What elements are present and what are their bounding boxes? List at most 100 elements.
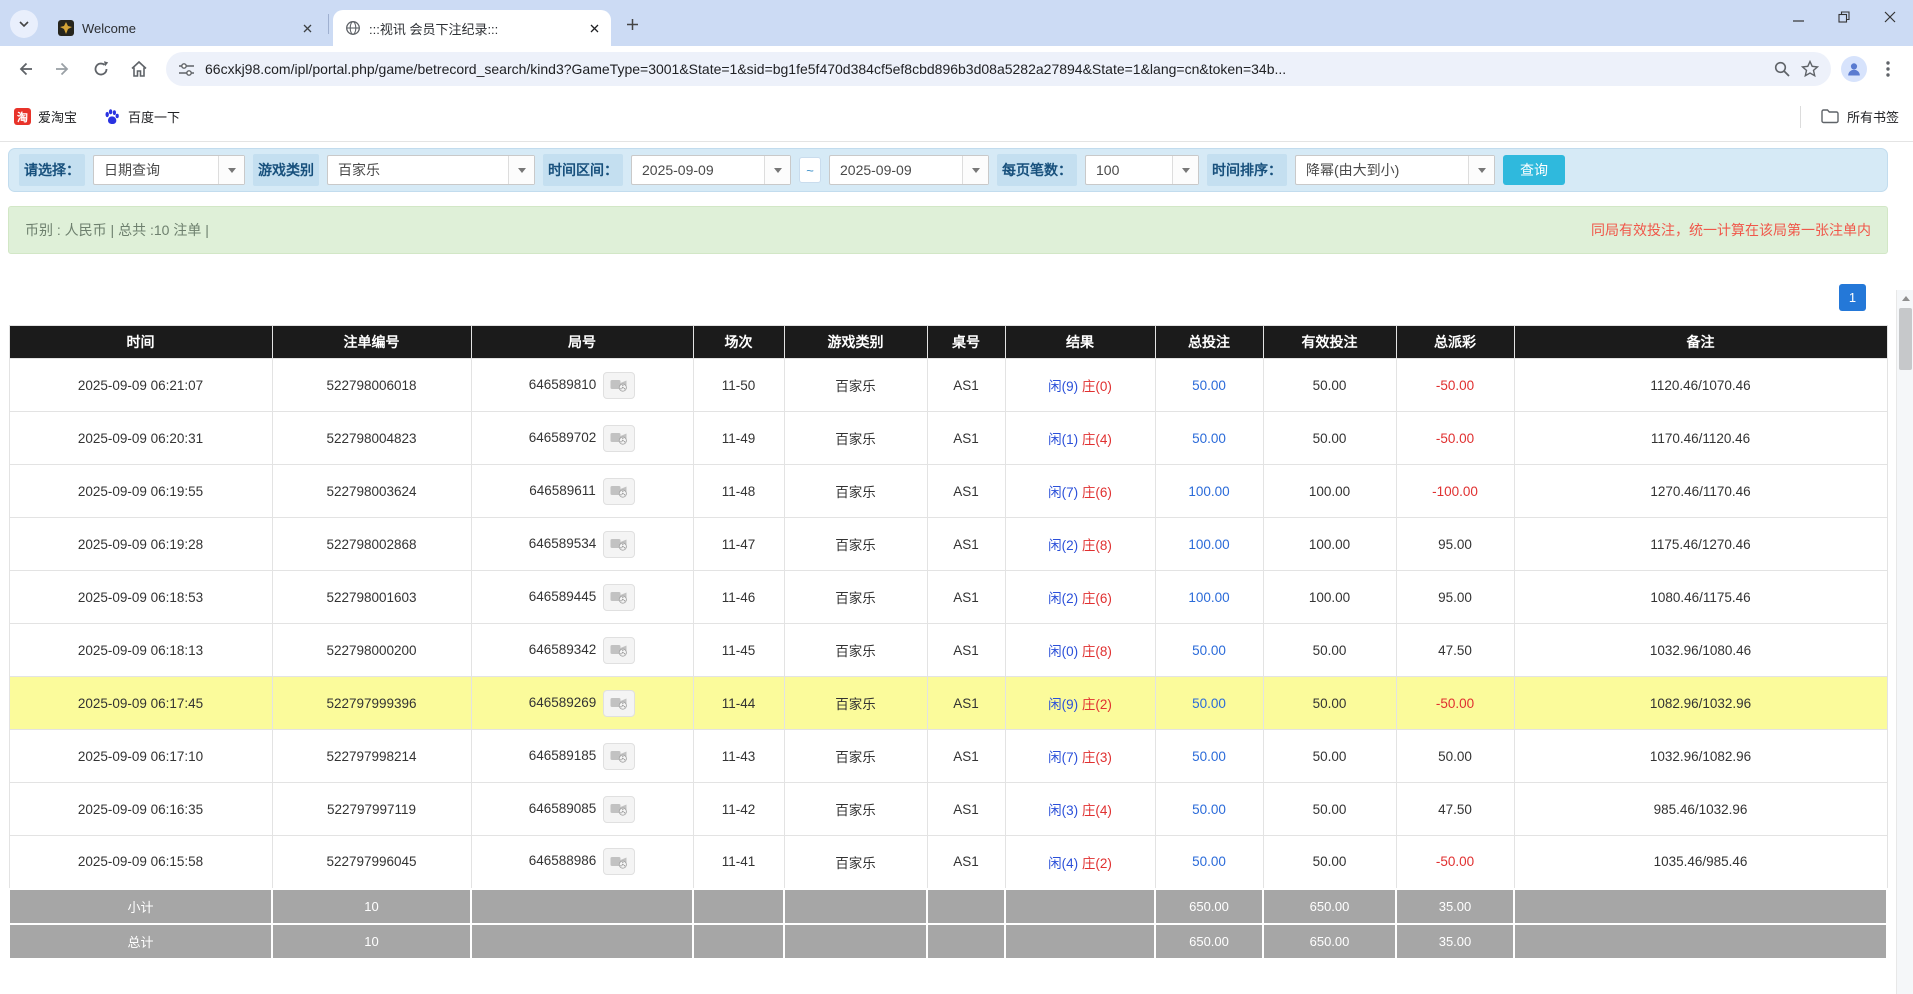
film-camera-icon [610,855,628,869]
cell-total-bet: 50.00 [1155,677,1263,730]
video-replay-button[interactable] [603,743,635,770]
close-window-button[interactable] [1867,0,1913,34]
url-text[interactable]: 66cxkj98.com/ipl/portal.php/game/betreco… [205,61,1763,77]
total-bet-link[interactable]: 100.00 [1188,484,1229,499]
restore-button[interactable] [1821,0,1867,34]
result-player: 闲(9) [1048,697,1078,712]
video-replay-button[interactable] [603,425,635,452]
minimize-button[interactable] [1775,0,1821,34]
bookmark-taobao[interactable]: 淘 爱淘宝 [14,107,77,126]
profile-avatar[interactable] [1841,56,1867,82]
cell-round: 646589611 [471,465,693,518]
cell-payout: -50.00 [1396,677,1514,730]
site-settings-icon[interactable] [178,61,195,78]
page-1-button[interactable]: 1 [1839,284,1866,311]
sort-select[interactable]: 降幂(由大到小) [1295,155,1495,185]
page-size-select[interactable]: 100 [1085,155,1199,185]
video-replay-button[interactable] [603,690,635,717]
summary-bar: 币别 : 人民币 | 总共 :10 注单 | 同局有效投注，统一计算在该局第一张… [8,206,1888,254]
cell-total-bet: 50.00 [1155,783,1263,836]
cell-table-no: AS1 [927,836,1005,889]
video-replay-button[interactable] [603,584,635,611]
total-bet-link[interactable]: 50.00 [1192,378,1226,393]
address-bar[interactable]: 66cxkj98.com/ipl/portal.php/game/betreco… [166,52,1831,86]
cell-total-bet: 50.00 [1155,359,1263,412]
cell-payout: 95.00 [1396,571,1514,624]
table-row: 2025-09-09 06:15:58 522797996045 6465889… [9,836,1887,889]
total-bet-link[interactable]: 100.00 [1188,537,1229,552]
date-from-select[interactable]: 2025-09-09 [631,155,791,185]
tab-betrecord[interactable]: :::视讯 会员下注纪录::: [333,10,611,46]
browser-menu-button[interactable] [1871,52,1905,86]
video-replay-button[interactable] [603,372,635,399]
cell-table-no: AS1 [927,730,1005,783]
tab-welcome[interactable]: Welcome [46,10,324,46]
video-replay-button[interactable] [603,796,635,823]
cell-note: 1080.46/1175.46 [1514,571,1887,624]
folder-icon [1821,109,1839,124]
gold-emblem-favicon [58,20,74,36]
video-replay-button[interactable] [603,637,635,664]
cell-result: 闲(4) 庄(2) [1005,836,1155,889]
cell-total-bet: 100.00 [1155,518,1263,571]
table-row: 2025-09-09 06:18:53 522798001603 6465894… [9,571,1887,624]
bookmark-label: 爱淘宝 [38,107,77,126]
bookmark-baidu[interactable]: 百度一下 [103,107,180,126]
tab-title: :::视讯 会员下注纪录::: [369,19,577,38]
dropdown-arrow-icon[interactable] [508,156,534,184]
cell-session: 11-49 [693,412,784,465]
cell-total-bet: 100.00 [1155,465,1263,518]
cell-result: 闲(9) 庄(0) [1005,359,1155,412]
subtotal-label: 小计 [9,889,272,924]
result-banker: 庄(2) [1082,697,1112,712]
round-id: 646589185 [529,748,597,763]
page-scrollbar[interactable] [1896,290,1913,994]
video-replay-button[interactable] [603,848,635,875]
scrollbar-thumb[interactable] [1899,308,1912,370]
cell-bet-id: 522798006018 [272,359,471,412]
filter-bar: 请选择： 日期查询 游戏类别 百家乐 时间区间： 2025-09-09 ~ 20… [8,148,1888,192]
tab-close-icon[interactable] [585,19,603,37]
result-player: 闲(3) [1048,803,1078,818]
header-total-bet: 总投注 [1155,326,1263,359]
query-type-select[interactable]: 日期查询 [93,155,245,185]
all-bookmarks[interactable]: 所有书签 [1800,106,1899,128]
total-bet-link[interactable]: 50.00 [1192,749,1226,764]
dropdown-arrow-icon[interactable] [764,156,790,184]
dropdown-arrow-icon[interactable] [218,156,244,184]
search-button[interactable]: 查询 [1503,155,1565,185]
currency-summary-text: 币别 : 人民币 | 总共 :10 注单 | [25,220,209,240]
cell-bet-id: 522797996045 [272,836,471,889]
home-button[interactable] [122,52,156,86]
total-bet-link[interactable]: 50.00 [1192,854,1226,869]
cell-game-type: 百家乐 [784,624,927,677]
search-icon[interactable] [1773,60,1791,78]
tab-close-icon[interactable] [298,19,316,37]
total-total-bet: 650.00 [1155,924,1263,959]
total-bet-link[interactable]: 100.00 [1188,590,1229,605]
cell-round: 646589185 [471,730,693,783]
dropdown-arrow-icon[interactable] [962,156,988,184]
dropdown-arrow-icon[interactable] [1468,156,1494,184]
tab-list-chevron-button[interactable] [10,10,38,38]
result-banker: 庄(6) [1082,485,1112,500]
back-button[interactable] [8,52,42,86]
new-tab-button[interactable] [619,11,645,37]
cell-time: 2025-09-09 06:16:35 [9,783,272,836]
forward-button[interactable] [46,52,80,86]
total-bet-link[interactable]: 50.00 [1192,431,1226,446]
date-to-select[interactable]: 2025-09-09 [829,155,989,185]
game-type-select[interactable]: 百家乐 [327,155,535,185]
total-bet-link[interactable]: 50.00 [1192,696,1226,711]
dropdown-arrow-icon[interactable] [1172,156,1198,184]
cell-valid-bet: 50.00 [1263,783,1396,836]
video-replay-button[interactable] [603,478,635,505]
cell-payout: -100.00 [1396,465,1514,518]
result-banker: 庄(3) [1082,750,1112,765]
total-bet-link[interactable]: 50.00 [1192,802,1226,817]
bookmark-star-icon[interactable] [1801,60,1819,78]
total-bet-link[interactable]: 50.00 [1192,643,1226,658]
video-replay-button[interactable] [603,531,635,558]
reload-button[interactable] [84,52,118,86]
scroll-up-arrow[interactable] [1897,290,1913,306]
